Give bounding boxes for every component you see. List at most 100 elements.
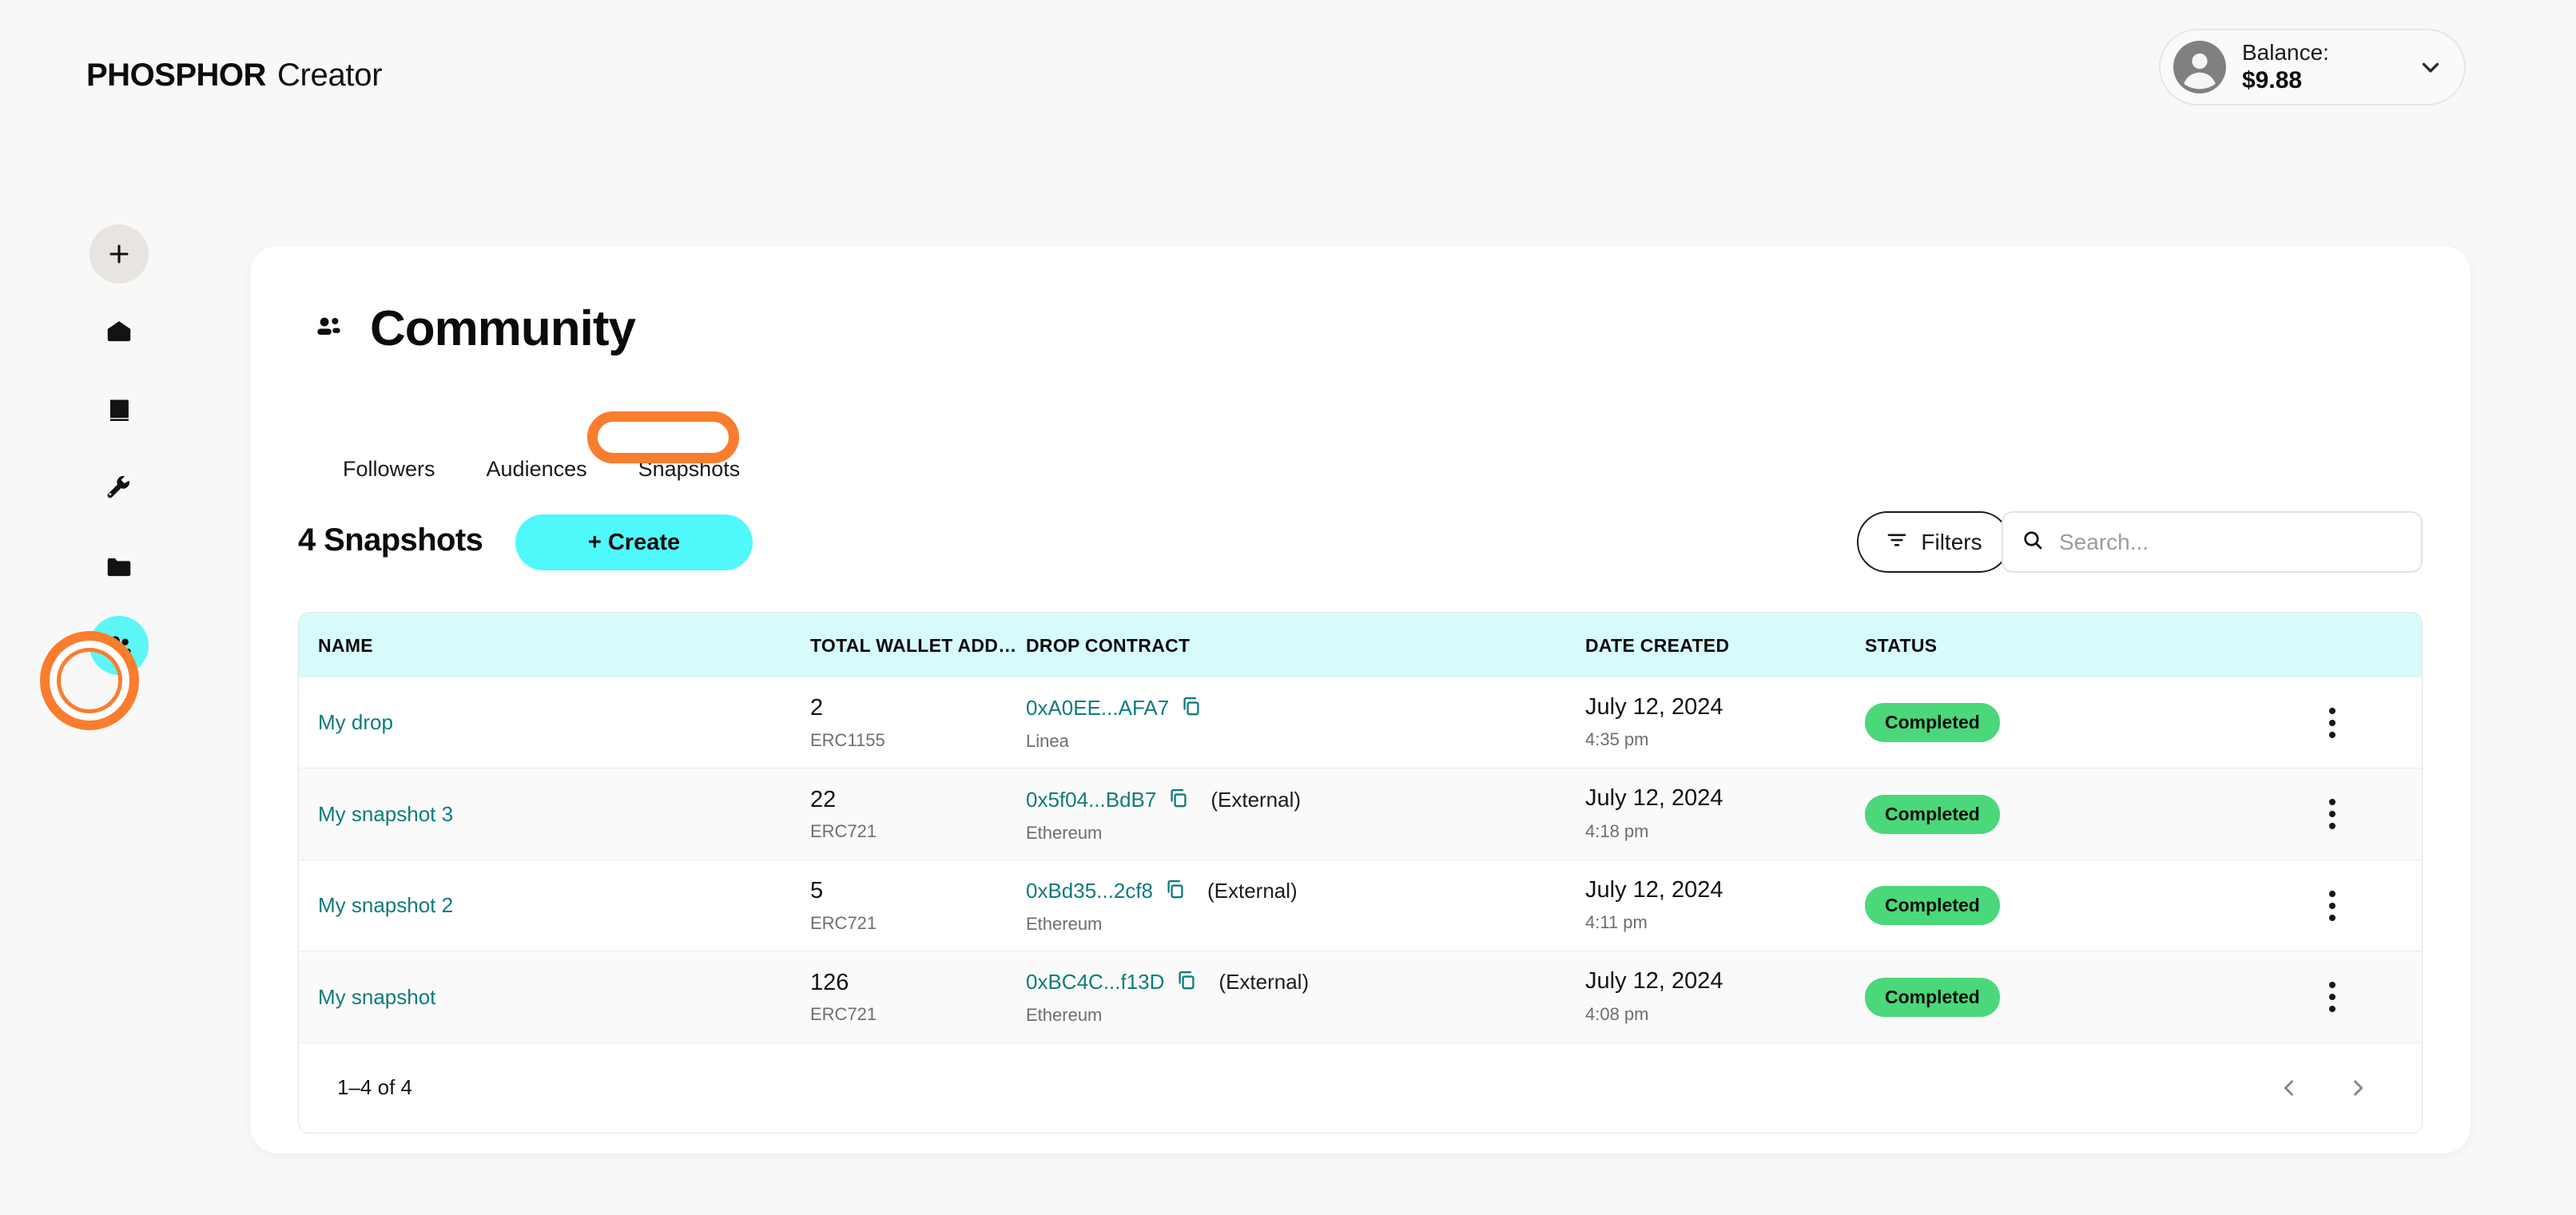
copy-icon[interactable]	[1180, 695, 1203, 721]
create-button[interactable]: + Create	[515, 514, 753, 570]
page-title: Community	[370, 301, 636, 356]
chain-name: Ethereum	[1026, 1005, 1103, 1026]
snapshot-name-link[interactable]: My snapshot 3	[318, 802, 453, 826]
user-avatar-icon	[2173, 41, 2226, 93]
cell-date: July 12, 2024 4:11 pm	[1585, 859, 1865, 951]
time-created: 4:08 pm	[1585, 1003, 1649, 1024]
table-row[interactable]: My drop 2 ERC1155 0xA0EE...AFA7 Linea Ju…	[299, 677, 2422, 768]
token-standard: ERC1155	[810, 729, 885, 750]
search-input[interactable]	[2059, 529, 2403, 555]
folder-icon	[89, 538, 149, 597]
cell-wallets: 22 ERC721	[810, 768, 1026, 860]
balance-widget[interactable]: Balance: $9.88	[2159, 29, 2466, 105]
chain-name: Ethereum	[1026, 914, 1103, 935]
date-created: July 12, 2024	[1585, 694, 1723, 720]
date-created: July 12, 2024	[1585, 785, 1723, 812]
cell-status: Completed	[1865, 859, 2240, 951]
sidebar	[0, 216, 272, 685]
contract-line: 0xBd35...2cf8 (External)	[1026, 878, 1585, 904]
copy-icon[interactable]	[1164, 878, 1187, 904]
plus-icon	[89, 224, 149, 284]
external-tag: (External)	[1210, 787, 1302, 812]
column-header-status[interactable]: STATUS	[1865, 613, 2240, 677]
community-people-icon	[312, 310, 346, 347]
contract-address-link[interactable]: 0xA0EE...AFA7	[1026, 696, 1169, 721]
time-created: 4:11 pm	[1585, 912, 1648, 933]
snapshot-count-title: 4 Snapshots	[298, 522, 483, 558]
copy-icon[interactable]	[1175, 969, 1198, 995]
token-standard: ERC721	[810, 912, 877, 933]
contract-line: 0xA0EE...AFA7	[1026, 695, 1585, 721]
row-menu-icon[interactable]	[2240, 982, 2422, 1013]
tab-followers[interactable]: Followers	[317, 447, 461, 491]
contract-line: 0xBC4C...f13D (External)	[1026, 969, 1585, 995]
cell-wallets: 126 ERC721	[810, 951, 1026, 1042]
copy-icon[interactable]	[1167, 787, 1190, 813]
search-icon	[2021, 528, 2045, 556]
snapshot-name-link[interactable]: My snapshot 2	[318, 893, 453, 917]
pagination-controls	[2275, 1074, 2390, 1102]
column-header-drop-contract[interactable]: DROP CONTRACT	[1026, 613, 1585, 677]
table-header-row: NAME TOTAL WALLET ADDRE... DROP CONTRACT…	[299, 613, 2422, 677]
chevron-down-icon[interactable]	[2415, 54, 2447, 81]
previous-page-icon[interactable]	[2275, 1074, 2304, 1102]
sidebar-item-home[interactable]	[0, 294, 272, 371]
cell-status: Completed	[1865, 951, 2240, 1042]
tab-snapshots[interactable]: Snapshots	[613, 447, 766, 491]
logo-sub-text: Creator	[276, 58, 383, 93]
contract-address-link[interactable]: 0xBd35...2cf8	[1026, 879, 1153, 903]
snapshot-name-link[interactable]: My snapshot	[318, 985, 435, 1009]
sidebar-item-library[interactable]	[0, 372, 272, 449]
table-head: NAME TOTAL WALLET ADDRE... DROP CONTRACT…	[299, 613, 2422, 677]
snapshots-table: NAME TOTAL WALLET ADDRE... DROP CONTRACT…	[299, 613, 2422, 1042]
next-page-icon[interactable]	[2343, 1074, 2372, 1102]
chain-name: Ethereum	[1026, 822, 1103, 843]
cell-wallets: 2 ERC1155	[810, 677, 1026, 768]
row-menu-icon[interactable]	[2240, 707, 2422, 738]
column-header-name[interactable]: NAME	[299, 613, 810, 677]
cell-actions	[2240, 859, 2422, 951]
wallet-count: 5	[810, 878, 824, 904]
table-body: My drop 2 ERC1155 0xA0EE...AFA7 Linea Ju…	[299, 677, 2422, 1042]
filters-button[interactable]: Filters	[1857, 511, 2010, 573]
status-badge: Completed	[1865, 794, 2000, 834]
sidebar-item-assets[interactable]	[0, 529, 272, 606]
app-logo[interactable]: PHOSPHOR Creator	[86, 58, 383, 93]
cell-wallets: 5 ERC721	[810, 859, 1026, 951]
wrench-icon	[89, 459, 149, 518]
column-header-date-created[interactable]: DATE CREATED	[1585, 613, 1865, 677]
row-menu-icon[interactable]	[2240, 890, 2422, 921]
pagination-bar: 1–4 of 4	[299, 1042, 2422, 1133]
cell-name: My drop	[299, 677, 810, 768]
table-row[interactable]: My snapshot 2 5 ERC721 0xBd35...2cf8 (Ex…	[299, 859, 2422, 951]
sidebar-item-tools[interactable]	[0, 451, 272, 527]
external-tag: (External)	[1207, 879, 1298, 903]
cell-name: My snapshot 2	[299, 859, 810, 951]
filters-label: Filters	[1921, 529, 1982, 554]
cell-contract: 0xA0EE...AFA7 Linea	[1026, 677, 1585, 768]
cell-status: Completed	[1865, 677, 2240, 768]
tab-audiences[interactable]: Audiences	[461, 447, 613, 491]
cell-actions	[2240, 768, 2422, 860]
sidebar-item-community[interactable]	[0, 607, 272, 684]
sidebar-item-add[interactable]	[0, 216, 272, 292]
contract-address-link[interactable]: 0x5f04...BdB7	[1026, 788, 1156, 812]
row-menu-icon[interactable]	[2240, 799, 2422, 830]
cell-name: My snapshot 3	[299, 768, 810, 860]
time-created: 4:18 pm	[1585, 820, 1649, 841]
column-header-total-wallet-addresses[interactable]: TOTAL WALLET ADDRE...	[810, 613, 1026, 677]
contract-address-link[interactable]: 0xBC4C...f13D	[1026, 970, 1164, 995]
cell-date: July 12, 2024 4:08 pm	[1585, 951, 1865, 1042]
wallet-count: 22	[810, 786, 837, 812]
date-created: July 12, 2024	[1585, 876, 1723, 903]
table-row[interactable]: My snapshot 3 22 ERC721 0x5f04...BdB7 (E…	[299, 768, 2422, 860]
balance-label: Balance:	[2242, 39, 2329, 65]
token-standard: ERC721	[810, 1004, 877, 1025]
balance-text-group: Balance: $9.88	[2242, 40, 2399, 95]
avatar	[2173, 41, 2226, 93]
wallet-count: 2	[810, 695, 824, 721]
search-box[interactable]	[2002, 511, 2423, 573]
table-row[interactable]: My snapshot 126 ERC721 0xBC4C...f13D (Ex…	[299, 951, 2422, 1042]
snapshot-name-link[interactable]: My drop	[318, 710, 393, 734]
status-badge: Completed	[1865, 977, 2000, 1017]
